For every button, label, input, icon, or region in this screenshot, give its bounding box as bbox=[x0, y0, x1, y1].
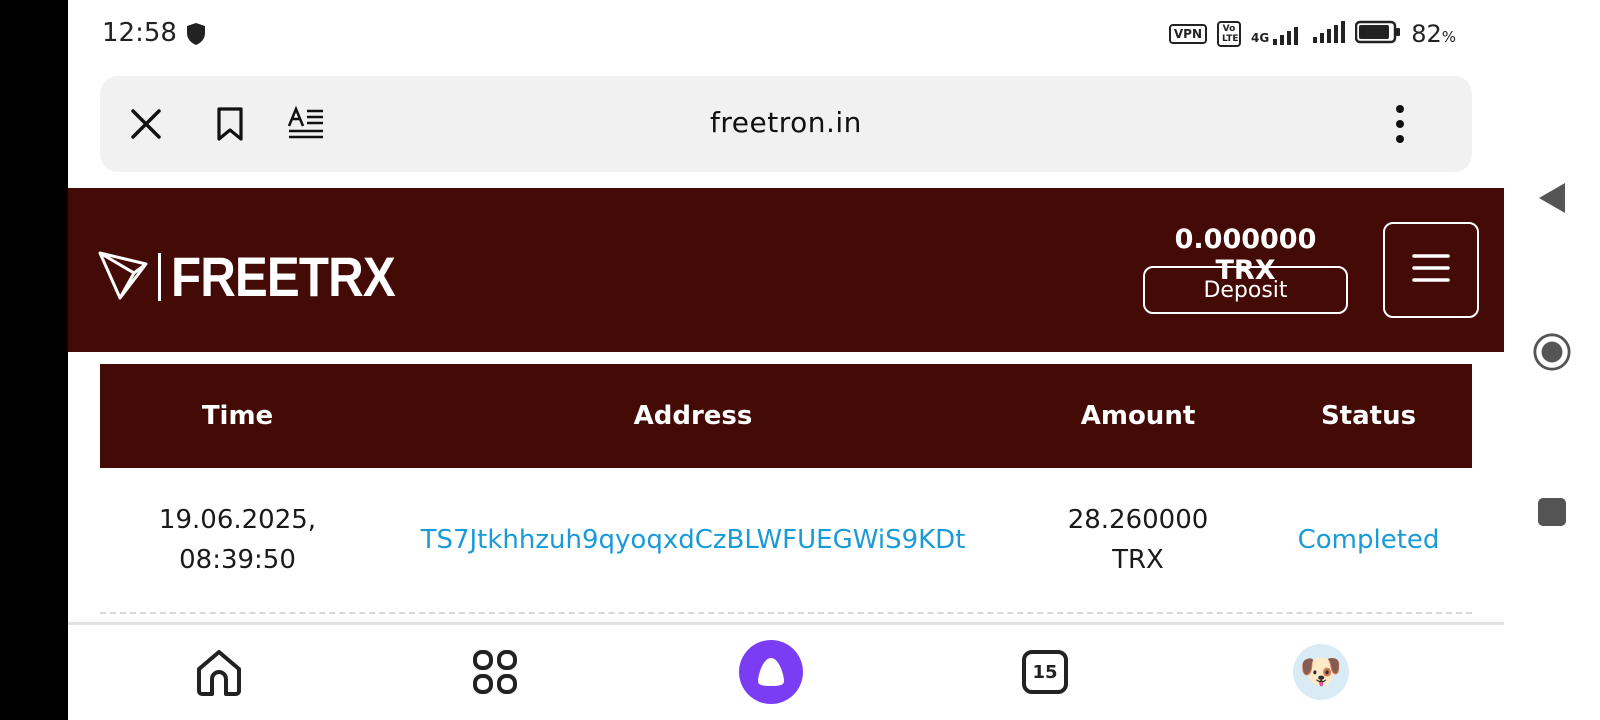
profile-button[interactable]: 🐶 bbox=[1286, 637, 1356, 707]
browser-bottom-bar: 15 🐶 bbox=[68, 622, 1504, 720]
vpn-badge: VPN bbox=[1168, 24, 1207, 44]
status-time: 12:58 bbox=[102, 18, 177, 48]
network-type-label: 4G bbox=[1250, 31, 1270, 45]
table-row: 19.06.2025, 08:39:50 TS7Jtkhhzuh9qyoqxdC… bbox=[100, 468, 1472, 614]
status-link[interactable]: Completed bbox=[1265, 525, 1472, 555]
browser-address-bar: freetron.in bbox=[100, 76, 1472, 172]
status-indicators: VPN Vo LTE 4G 82% bbox=[1168, 20, 1456, 48]
recents-icon[interactable] bbox=[1532, 492, 1572, 532]
address-link[interactable]: TS7Jtkhhzuh9qyoqxdCzBLWFUEGWiS9KDt bbox=[375, 525, 1011, 555]
header-amount: Amount bbox=[1080, 401, 1196, 431]
more-vertical-icon[interactable] bbox=[1380, 104, 1420, 144]
header-status: Status bbox=[1320, 401, 1417, 431]
tabs-count-icon: 15 bbox=[1022, 650, 1068, 694]
transactions-table: Time Address Amount Status 19.06.2025, 0… bbox=[100, 364, 1472, 614]
alice-assistant-icon bbox=[739, 640, 803, 704]
site-logo[interactable]: FREETRX bbox=[98, 244, 425, 309]
header-address: Address bbox=[633, 401, 753, 431]
deposit-button[interactable]: Deposit bbox=[1143, 266, 1348, 314]
time-clock: 08:39:50 bbox=[179, 545, 296, 575]
system-nav-bar bbox=[1504, 0, 1600, 720]
tron-logo-icon bbox=[98, 250, 148, 304]
phone-screen: 12:58 VPN Vo LTE 4G 82% freetron.in FREE… bbox=[68, 0, 1504, 720]
cell-amount: 28.260000 TRX bbox=[1011, 500, 1265, 580]
hamburger-icon bbox=[1412, 253, 1450, 287]
tabs-count-button[interactable]: 15 bbox=[1010, 637, 1080, 707]
battery-icon bbox=[1354, 20, 1401, 48]
url-text[interactable]: freetron.in bbox=[100, 106, 1472, 139]
logo-divider bbox=[158, 252, 161, 301]
signal-4g-icon: 4G bbox=[1251, 23, 1303, 45]
battery-percent: 82% bbox=[1411, 20, 1456, 48]
signal-icon bbox=[1313, 21, 1346, 47]
volte-badge: Vo LTE bbox=[1216, 21, 1241, 47]
alice-assistant-button[interactable] bbox=[736, 637, 806, 707]
status-bar: 12:58 VPN Vo LTE 4G 82% bbox=[68, 0, 1504, 68]
apps-grid-icon[interactable] bbox=[460, 637, 530, 707]
back-icon[interactable] bbox=[1532, 178, 1572, 218]
amount-unit: TRX bbox=[1112, 545, 1164, 575]
shield-icon bbox=[186, 22, 206, 50]
battery-percent-suffix: % bbox=[1441, 28, 1456, 46]
amount-value: 28.260000 bbox=[1067, 505, 1209, 535]
table-header: Time Address Amount Status bbox=[100, 364, 1472, 468]
left-black-bar bbox=[0, 0, 68, 720]
site-header: FREETRX 0.000000 TRX Deposit bbox=[68, 188, 1504, 352]
time-date: 19.06.2025, bbox=[158, 505, 317, 535]
header-time: Time bbox=[201, 401, 274, 431]
avatar: 🐶 bbox=[1293, 644, 1349, 700]
cell-time: 19.06.2025, 08:39:50 bbox=[100, 500, 375, 580]
logo-text: FREETRX bbox=[171, 245, 396, 308]
battery-percent-value: 82 bbox=[1411, 20, 1442, 48]
home-icon[interactable] bbox=[184, 637, 254, 707]
hamburger-menu-button[interactable] bbox=[1383, 222, 1479, 318]
home-nav-icon[interactable] bbox=[1532, 332, 1572, 372]
